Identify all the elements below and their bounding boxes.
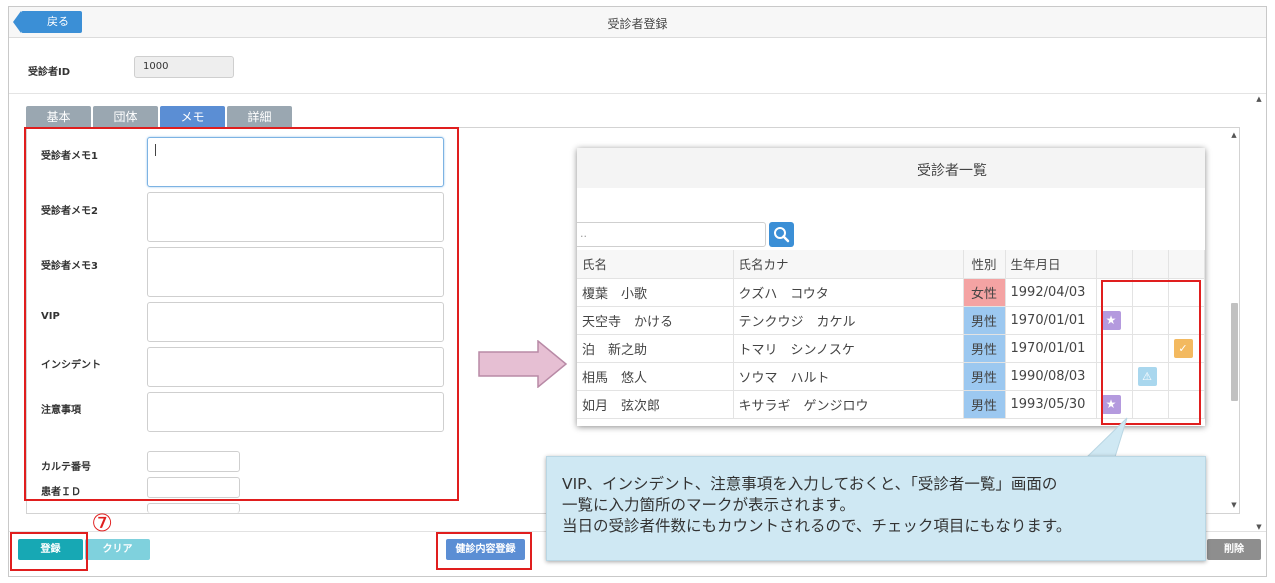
callout-line-1: VIP、インシデント、注意事項を入力しておくと、「受診者一覧」画面の	[562, 475, 1058, 493]
row-sex: 男性	[963, 306, 1006, 335]
row-kana: テンクウジ カケル	[733, 306, 964, 335]
tab-bar: 基本 団体 メモ 詳細	[26, 106, 292, 127]
row-kana: クズハ コウタ	[733, 278, 964, 307]
row-dob: 1993/05/30	[1005, 390, 1097, 419]
row-dob: 1970/01/01	[1005, 334, 1097, 363]
row-kana: ソウマ ハルト	[733, 362, 964, 391]
callout-line-3: 当日の受診者件数にもカウントされるので、チェック項目にもなります。	[562, 517, 1072, 535]
search-icon	[774, 227, 790, 243]
patient-id-label: 受診者ID	[28, 67, 71, 78]
popup-title: 受診者一覧	[917, 163, 987, 179]
patient-id-field: 1000	[134, 56, 234, 78]
row-dob: 1970/01/01	[1005, 306, 1097, 335]
step-7-marker: ⑦	[91, 509, 113, 537]
scroll-down-icon[interactable]: ▼	[1228, 500, 1240, 510]
row-name: 榎葉 小歌	[577, 278, 734, 307]
clear-button[interactable]: クリア	[85, 539, 150, 560]
delete-button[interactable]: 削除	[1207, 539, 1261, 560]
row-name: 如月 弦次郎	[577, 390, 734, 419]
tab-group[interactable]: 団体	[93, 106, 158, 127]
col-dob[interactable]: 生年月日	[1005, 250, 1097, 279]
panel-scrollbar[interactable]: ▲ ▼	[1228, 128, 1240, 513]
row-name: 泊 新之助	[577, 334, 734, 363]
row-name: 相馬 悠人	[577, 362, 734, 391]
partial-input[interactable]	[147, 503, 240, 513]
tab-memo[interactable]: メモ	[160, 106, 225, 127]
col-name[interactable]: 氏名	[577, 250, 734, 279]
explanation-callout: VIP、インシデント、注意事項を入力しておくと、「受診者一覧」画面の 一覧に入力…	[546, 456, 1206, 561]
patient-list-popup: 受診者一覧 .. 氏名 氏名カナ 性別 生年月日 榎葉 小歌 クズハ コウタ 女…	[577, 148, 1205, 426]
row-dob: 1992/04/03	[1005, 278, 1097, 307]
row-sex: 男性	[963, 390, 1006, 419]
col-kana[interactable]: 氏名カナ	[733, 250, 964, 279]
tab-details[interactable]: 詳細	[227, 106, 292, 127]
col-caution	[1168, 250, 1205, 279]
scroll-up-icon[interactable]: ▲	[1253, 94, 1265, 104]
col-sex[interactable]: 性別	[963, 250, 1006, 279]
col-incident	[1132, 250, 1169, 279]
row-kana: トマリ シンノスケ	[733, 334, 964, 363]
tab-basic[interactable]: 基本	[26, 106, 91, 127]
divider	[9, 93, 1266, 94]
callout-pointer	[1085, 417, 1128, 458]
row-sex: 男性	[963, 334, 1006, 363]
memo-fields-highlight	[24, 127, 459, 501]
table-header-row: 氏名 氏名カナ 性別 生年月日	[577, 250, 1205, 279]
exam-register-highlight	[436, 532, 532, 570]
row-sex: 女性	[963, 278, 1006, 307]
arrow-right-icon	[478, 340, 568, 388]
scroll-thumb[interactable]	[1231, 303, 1238, 401]
row-kana: キサラギ ゲンジロウ	[733, 390, 964, 419]
marks-highlight	[1101, 280, 1201, 425]
popup-search-button[interactable]	[769, 222, 794, 247]
scroll-up-icon[interactable]: ▲	[1228, 130, 1240, 140]
row-sex: 男性	[963, 362, 1006, 391]
callout-line-2: 一覧に入力箇所のマークが表示されます。	[562, 496, 855, 514]
row-dob: 1990/08/03	[1005, 362, 1097, 391]
register-highlight	[10, 532, 88, 571]
col-vip	[1096, 250, 1133, 279]
page-title: 受診者登録	[607, 17, 668, 31]
page-scrollbar[interactable]: ▲ ▼	[1253, 94, 1265, 534]
popup-search-input[interactable]: ..	[577, 222, 766, 247]
row-name: 天空寺 かける	[577, 306, 734, 335]
